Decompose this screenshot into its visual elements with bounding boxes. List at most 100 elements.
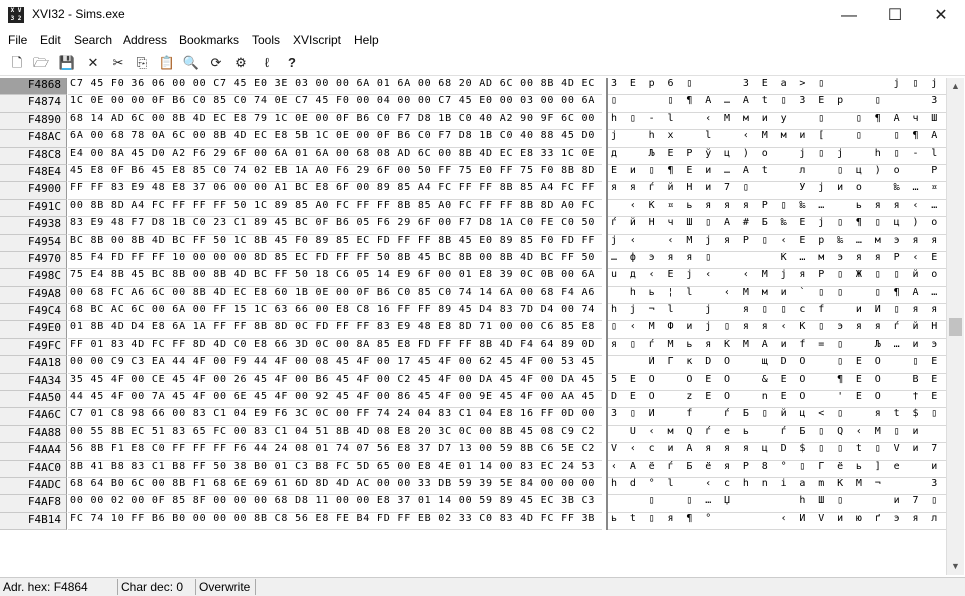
status-mode[interactable]: Overwrite (196, 579, 256, 595)
text-row[interactable]: я ▯ ѓ M ь я Ќ M А и f = ▯ Љ … и э я я ‹ … (608, 339, 946, 357)
title-bar: X V3 2 XVI32 - Sims.exe — ☐ ✕ (0, 0, 965, 31)
text-row[interactable]: h ь ¦ l ‹ M м и ` ▯ ▯ ▯ ¶ А … А t ▯ j h … (608, 287, 946, 305)
scroll-thumb[interactable] (949, 318, 962, 336)
hex-row[interactable]: 01 8B 4D D4 E8 6A 1A FF FF 8B 8D 0C FD F… (68, 321, 602, 339)
text-row[interactable]: я я ѓ й Н и 7 ▯ Ў ј и о ‰ … ¤ ь я я ‹ … … (608, 182, 946, 200)
close-x-icon[interactable]: ✕ (84, 54, 102, 72)
text-row[interactable]: … ф э я я ▯ Ќ … м э я я Р ‹ Е ј ‹ ‹ M ј … (608, 252, 946, 270)
hex-row[interactable]: FF 01 83 4D FC FF 8D 4D C0 E8 66 3D 0C 0… (68, 339, 602, 357)
row-address: F4B14 (0, 512, 67, 531)
text-row[interactable]: З ▯ И f ѓ Б ▯ й ц < ▯ я t $ ▯ ѓ Б ▯ и ▯ … (608, 408, 946, 426)
text-row[interactable]: З Е р 6 ▯ З Е а > ▯ j ▯ j h - l ‹ M м и … (608, 78, 946, 96)
hex-row[interactable]: 00 00 C9 C3 EA 44 4F 00 F9 44 4F 00 08 4… (68, 356, 602, 374)
hex-row[interactable]: 6A 00 68 78 0A 6C 00 8B 4D EC E8 5B 1C 0… (68, 130, 602, 148)
row-address: F49A8 (0, 286, 67, 305)
hex-row[interactable]: C7 45 F0 36 06 00 00 C7 45 E0 3E 03 00 0… (68, 78, 602, 96)
hex-row[interactable]: 68 BC AC 6C 00 6A 00 FF 15 1C 63 66 00 E… (68, 304, 602, 322)
hex-row[interactable]: 68 64 B0 6C 00 8B F1 68 6E 69 61 6D 8D 4… (68, 478, 602, 496)
hex-row[interactable]: 68 14 AD 6C 00 8B 4D EC E8 79 1C 0E 00 0… (68, 113, 602, 131)
text-row[interactable]: ј ‹ ‹ M ј я Р ▯ ‹ Е р ‰ … м э я я ‹ Е а … (608, 235, 946, 252)
row-address: F4938 (0, 217, 67, 235)
text-pane[interactable]: З Е р 6 ▯ З Е а > ▯ j ▯ j h - l ‹ M м и … (606, 78, 946, 531)
find-next-icon[interactable]: ⟳ (207, 54, 225, 72)
menu-help[interactable]: Help (354, 33, 379, 47)
hex-row[interactable]: 00 55 8B EC 51 83 65 FC 00 83 C1 04 51 8… (68, 426, 602, 444)
text-row[interactable]: h ј ¬ l j я ▯ ▯ c f и И ▯ я я ‰ Е Ф ѓ } … (608, 304, 946, 322)
hex-row[interactable]: BC 8B 00 8B 4D BC FF 50 1C 8B 45 F0 89 8… (68, 235, 602, 252)
menu-bookmarks[interactable]: Bookmarks (179, 33, 239, 47)
open-folder-icon[interactable]: 🗁 (32, 54, 50, 72)
row-address: F4954 (0, 234, 67, 252)
text-row[interactable]: j h x l ‹ M м и [ ▯ ▯ ¶ А ч Ш ▯ А @ € Е … (608, 130, 946, 148)
hex-row[interactable]: FC 74 10 FF B6 B0 00 00 00 8B C8 56 E8 F… (68, 513, 602, 531)
copy-icon[interactable]: ⎘ (133, 54, 151, 72)
menu-bar: File Edit Search Address Bookmarks Tools… (0, 31, 965, 51)
text-row[interactable]: V ‹ с и А я я я ц D $ ▯ ▯ t ▯ V и 7 Ч ▯ … (608, 443, 946, 461)
script-icon[interactable]: ℓ (258, 54, 276, 72)
menu-file[interactable]: File (8, 33, 27, 47)
vertical-scrollbar[interactable]: ▲ ▼ (946, 78, 964, 575)
new-file-icon[interactable]: 🗋 (8, 54, 26, 72)
row-address: F4AA4 (0, 443, 67, 461)
menu-xviscript[interactable]: XVIscript (293, 33, 341, 47)
text-row[interactable]: 5 E O О E O & E O ¶ E O В E O Ъ E O Ъ E … (608, 374, 946, 392)
xvi-icon[interactable]: X V3 2 (8, 7, 24, 23)
status-bar: Adr. hex: F4864 Char dec: 0 Overwrite (0, 577, 965, 596)
text-row[interactable]: ▯ ‹ M Ф и j ▯ я я ‹ Ќ ▯ э я я ѓ й Н и Ќ … (608, 321, 946, 339)
text-row[interactable]: ѓ й Н ч Ш ▯ А # Б ‰ Е ј ▯ ¶ ▯ ц ) o ч Ш … (608, 217, 946, 235)
text-row[interactable]: ▯ ▯ … Џ h Ш ▯ и 7 ▯ ▯ Y ‰ Е м ; Г ‰ ] (608, 495, 946, 513)
menu-edit[interactable]: Edit (40, 33, 61, 47)
hex-row[interactable]: 83 E9 48 F7 D8 1B C0 23 C1 89 45 BC 0F B… (68, 217, 602, 235)
paste-icon[interactable]: 📋 (158, 54, 176, 72)
hex-row[interactable]: 1C 0E 00 00 0F B6 C0 85 C0 74 0E C7 45 F… (68, 95, 602, 113)
row-address: F498C (0, 269, 67, 287)
hex-row[interactable]: 8B 41 B8 83 C1 B8 FF 50 38 B0 01 C3 B8 F… (68, 461, 602, 478)
text-row[interactable]: ь t ▯ я ¶ ° ‹ И V и ю ґ э я л ▯ 3 А ѓ M … (608, 513, 946, 531)
hex-row[interactable]: 85 F4 FD FF FF 10 00 00 00 8D 85 EC FD F… (68, 252, 602, 270)
window-title: XVI32 - Sims.exe (32, 7, 125, 21)
hex-pane[interactable]: C7 45 F0 36 06 00 00 C7 45 E0 3E 03 00 0… (68, 78, 602, 531)
row-address: F4A88 (0, 425, 67, 444)
scroll-up-arrow-icon[interactable]: ▲ (947, 78, 964, 95)
hex-editor-grid[interactable]: F4868 F4874 F4890 F48AC F48C8 F48E4 F4900 F491C… (0, 78, 965, 575)
hex-row[interactable]: 00 8B 8D A4 FC FF FF FF 50 1C 89 85 A0 F… (68, 200, 602, 218)
hex-row[interactable]: 35 45 4F 00 CE 45 4F 00 26 45 4F 00 B6 4… (68, 374, 602, 392)
row-address: F49E0 (0, 321, 67, 339)
hex-row[interactable]: 44 45 4F 00 7A 45 4F 00 6E 45 4F 00 92 4… (68, 391, 602, 409)
text-row[interactable]: D E O z E O n E O ' E O † E O ћ E O Є E … (608, 391, 946, 409)
menu-address[interactable]: Address (123, 33, 167, 47)
close-button[interactable]: ✕ (918, 0, 964, 31)
row-address: F4A6C (0, 408, 67, 426)
hex-row[interactable]: 00 68 FC A6 6C 00 8B 4D EC E8 60 1B 0E 0… (68, 287, 602, 305)
maximize-button[interactable]: ☐ (872, 0, 918, 31)
hex-row[interactable]: 45 E8 0F B6 45 E8 85 C0 74 02 EB 1A A0 F… (68, 165, 602, 183)
text-row[interactable]: Е и ▯ ¶ Е и … А t л ▯ ц ) o Р я u а я u … (608, 165, 946, 183)
hex-row[interactable]: 56 8B F1 E8 C0 FF FF FF F6 44 24 08 01 7… (68, 443, 602, 461)
text-row[interactable]: u д ‹ Е ј ‹ ‹ M ј я Р ▯ Ж ▯ ▯ й o ▯ и 9 … (608, 269, 946, 287)
row-address: F4A18 (0, 356, 67, 374)
text-row[interactable]: h ▯ - l ‹ M м и у ▯ ▯ ¶ А ч Ш ▯ А @ ў ђ … (608, 113, 946, 131)
row-address: F4A50 (0, 391, 67, 409)
hex-row[interactable]: E4 00 8A 45 D0 A2 F6 29 6F 00 6A 01 6A 0… (68, 148, 602, 165)
scroll-down-arrow-icon[interactable]: ▼ (947, 558, 964, 575)
help-cursor-icon[interactable]: ? (283, 54, 301, 72)
text-row[interactable]: ‹ Ќ ¤ ь я я я Р ▯ ‰ … ь я я ‹ … ь я я ‹ … (608, 200, 946, 218)
hex-row[interactable]: 75 E4 8B 45 BC 8B 00 8B 4D BC FF 50 18 C… (68, 269, 602, 287)
text-row[interactable]: h d ° l ‹ с h n i a m Ќ M ¬ 3 Ы Y 9 ^ „ … (608, 478, 946, 496)
properties-icon[interactable]: ⚙ (232, 54, 250, 72)
menu-tools[interactable]: Tools (252, 33, 280, 47)
text-row[interactable]: Й Г к D O щ D O ▯ E O ▯ E O b E O S E O (608, 356, 946, 374)
minimize-button[interactable]: — (826, 0, 872, 31)
save-disk-icon[interactable]: 💾 (58, 54, 76, 72)
hex-row[interactable]: 00 00 02 00 0F 85 8F 00 00 00 68 D8 11 0… (68, 495, 602, 513)
status-char: Char dec: 0 (118, 579, 196, 595)
text-row[interactable]: д Љ Е Р ў ц ) o j ▯ j h ▯ - l ‹ M м и 3 … (608, 148, 946, 165)
text-row[interactable]: ▯ ▯ ¶ А … А t ▯ З Е р ▯ З Е а ▯ j ▯ j (608, 95, 946, 113)
hex-row[interactable]: C7 01 C8 98 66 00 83 C1 04 E9 F6 3C 0C 0… (68, 408, 602, 426)
hex-row[interactable]: FF FF 83 E9 48 E8 37 06 00 00 A1 BC E8 6… (68, 182, 602, 200)
text-row[interactable]: ‹ A ё ѓ Б ё я Р 8 ° ▯ Г ё ь ] е и N ▯ ▯ … (608, 461, 946, 478)
text-row[interactable]: U ‹ м Q ѓ е ь ѓ Б ▯ Q ‹ M ▯ и < ▯ ‹ Е ▯ … (608, 426, 946, 444)
cut-scissors-icon[interactable]: ✂ (109, 54, 127, 72)
find-icon[interactable]: 🔍 (182, 54, 200, 72)
menu-search[interactable]: Search (74, 33, 112, 47)
